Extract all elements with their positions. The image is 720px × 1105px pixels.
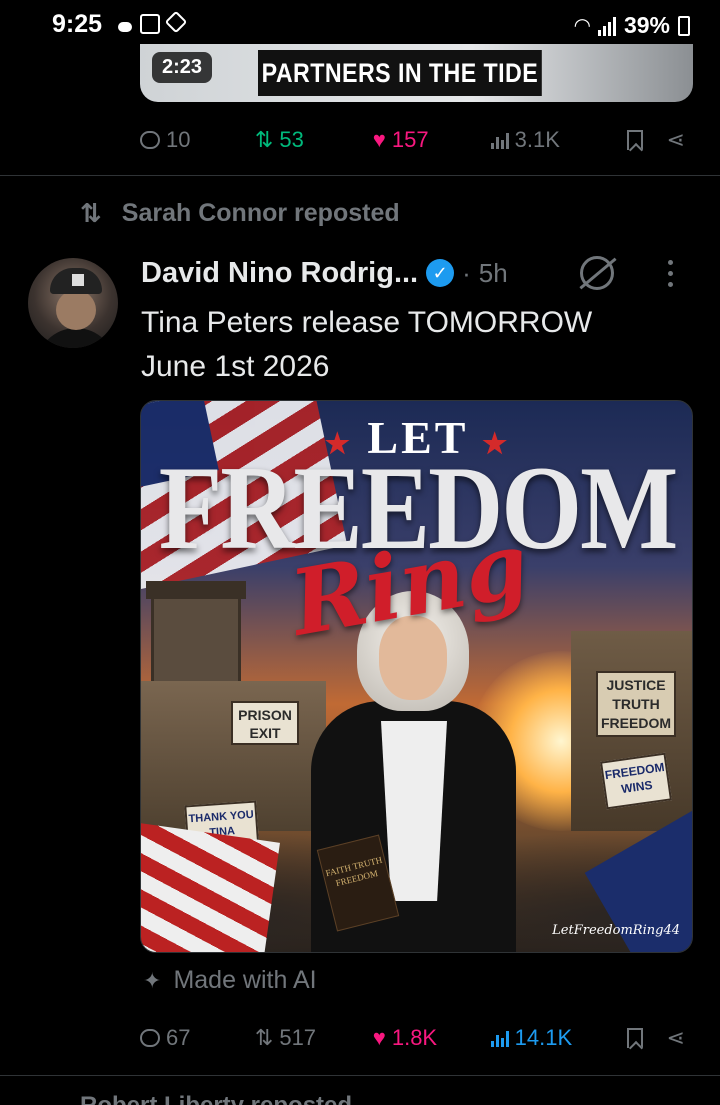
views-icon xyxy=(490,1029,509,1047)
post-age[interactable]: 5h xyxy=(479,258,508,289)
bookmark-icon[interactable] xyxy=(626,130,643,150)
views-count: 3.1K xyxy=(514,127,560,152)
repost-count: 53 xyxy=(279,127,304,152)
reply-count: 67 xyxy=(166,1025,191,1050)
views-icon xyxy=(490,131,509,149)
verified-badge-icon: ✓ xyxy=(426,259,455,287)
video-thumbnail[interactable]: 2:23 PARTNERS IN THE TIDE xyxy=(140,44,693,102)
post-header: David Nino Rodrig... ✓ · 5h xyxy=(141,254,508,292)
image-watermark: LetFreedomRing44 xyxy=(552,923,680,938)
reply-icon xyxy=(140,1029,160,1047)
author-avatar[interactable] xyxy=(28,258,118,348)
repost-count: 517 xyxy=(279,1025,317,1050)
post-text-line-2: June 1st 2026 xyxy=(141,350,330,383)
made-with-ai-label[interactable]: ✦ Made with AI xyxy=(143,966,317,995)
like-button[interactable]: ♥ 157 xyxy=(373,127,491,153)
prison-exit-sign: PRISON EXIT xyxy=(231,701,299,745)
post-divider xyxy=(0,1075,720,1076)
status-time: 9:25 xyxy=(52,10,103,38)
bookmark-icon[interactable] xyxy=(626,1028,643,1048)
post-divider xyxy=(0,175,720,176)
repost-button[interactable]: ⇅ 517 xyxy=(255,1025,373,1051)
post-image[interactable]: PRISON EXIT JUSTICE TRUTH FREEDOM THANK … xyxy=(140,400,693,953)
battery-percent: 39% xyxy=(623,12,670,38)
justice-sign: JUSTICE TRUTH FREEDOM xyxy=(596,671,676,737)
views-count: 14.1K xyxy=(514,1025,573,1050)
grok-icon[interactable] xyxy=(580,256,614,290)
reply-icon xyxy=(140,131,160,149)
repost-icon: ⇅ xyxy=(254,127,274,152)
freedom-wins-sign: FREEDOM WINS xyxy=(599,752,673,810)
signal-icon xyxy=(597,16,616,36)
repost-button[interactable]: ⇅ 53 xyxy=(255,127,373,153)
like-button[interactable]: ♥ 1.8K xyxy=(373,1025,491,1051)
cloud-icon xyxy=(118,22,132,32)
wifi-icon: ◠ xyxy=(574,15,590,37)
repost-icon: ⇅ xyxy=(254,1025,274,1050)
share-icon[interactable]: ⋖ xyxy=(667,1025,685,1051)
separator-dot: · xyxy=(462,257,471,288)
reply-button[interactable]: 10 xyxy=(140,127,255,153)
heart-icon: ♥ xyxy=(372,127,386,152)
more-options-icon[interactable] xyxy=(668,260,673,287)
repost-text: Sarah Connor reposted xyxy=(121,199,400,227)
battery-icon xyxy=(678,15,690,36)
gallery-icon xyxy=(140,14,160,34)
repost-icon: ⇅ xyxy=(80,198,102,228)
like-count: 157 xyxy=(391,127,429,152)
reply-button[interactable]: 67 xyxy=(140,1025,255,1051)
made-with-ai-text: Made with AI xyxy=(173,966,317,994)
video-title: PARTNERS IN THE TIDE xyxy=(258,50,542,96)
reply-count: 10 xyxy=(166,127,191,152)
post-text-line-1: Tina Peters release TOMORROW xyxy=(141,306,593,339)
repost-indicator[interactable]: ⇅ Sarah Connor reposted xyxy=(80,198,400,229)
post-text: Tina Peters release TOMORROW June 1st 20… xyxy=(141,301,681,389)
like-count: 1.8K xyxy=(391,1025,438,1050)
sparkle-icon: ✦ xyxy=(143,967,162,993)
views-button[interactable]: 3.1K xyxy=(490,127,611,153)
heart-icon: ♥ xyxy=(372,1025,386,1050)
share-icon[interactable]: ⋖ xyxy=(667,127,685,153)
views-button[interactable]: 14.1K xyxy=(490,1025,611,1051)
post-actions: 67 ⇅ 517 ♥ 1.8K 14.1K ⋖ xyxy=(140,1018,685,1058)
prev-post-actions: 10 ⇅ 53 ♥ 157 3.1K ⋖ xyxy=(140,120,685,160)
author-name[interactable]: David Nino Rodrig... xyxy=(141,257,418,290)
next-post-peek: Robert Liberty reposted xyxy=(80,1092,480,1105)
send-icon xyxy=(164,10,188,34)
video-duration: 2:23 xyxy=(152,52,213,83)
